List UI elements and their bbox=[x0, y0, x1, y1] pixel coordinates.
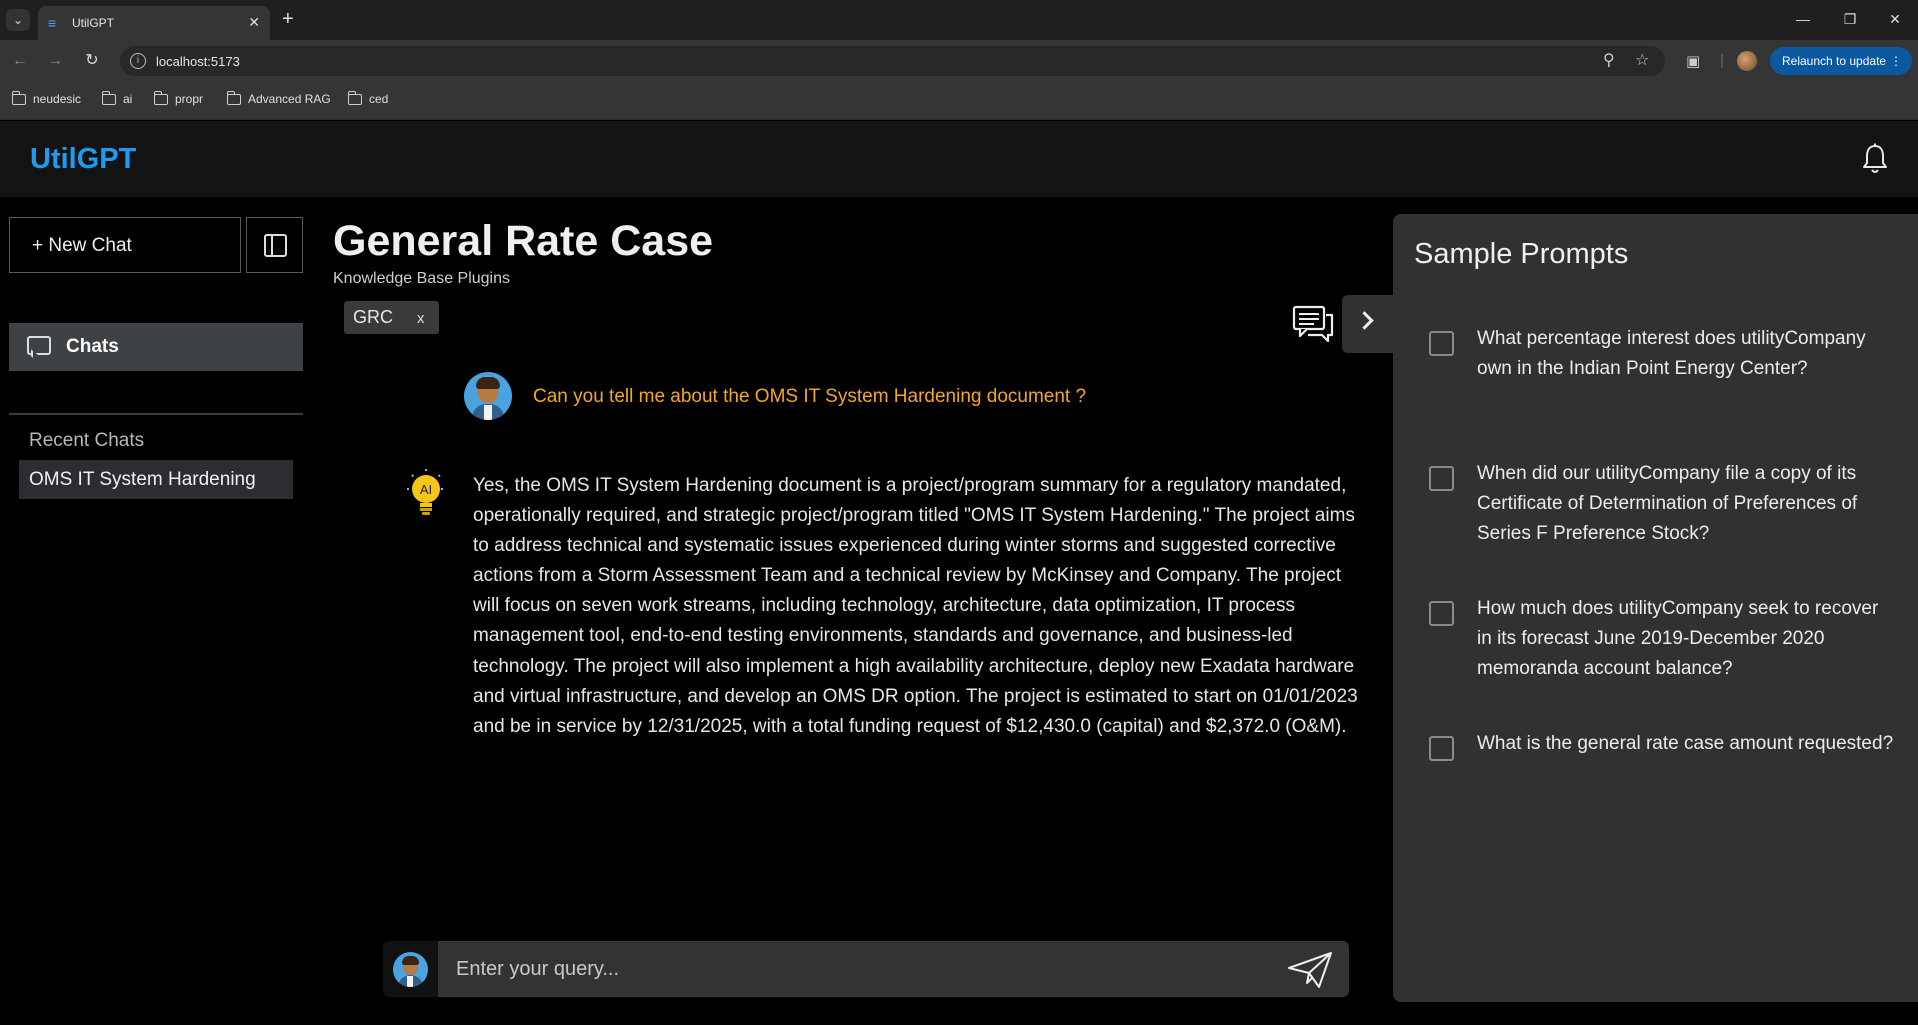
expand-prompts-button[interactable] bbox=[1342, 295, 1393, 353]
user-avatar bbox=[464, 372, 512, 420]
prompt-text[interactable]: How much does utilityCompany seek to rec… bbox=[1477, 594, 1897, 684]
plugin-remove-button[interactable]: x bbox=[417, 310, 425, 327]
send-icon[interactable] bbox=[1287, 951, 1333, 989]
toolbar-divider: | bbox=[1720, 52, 1724, 69]
plugin-chip-label: GRC bbox=[353, 307, 393, 327]
relaunch-label: Relaunch to update bbox=[1782, 54, 1887, 68]
prompt-text[interactable]: What is the general rate case amount req… bbox=[1477, 729, 1897, 759]
composer-avatar-slot bbox=[383, 941, 438, 997]
recent-chat-item[interactable]: OMS IT System Hardening bbox=[19, 460, 293, 499]
tab-search-icon[interactable]: ⌄ bbox=[6, 9, 30, 31]
recent-chats-heading: Recent Chats bbox=[29, 430, 145, 451]
chat-history-icon[interactable] bbox=[1292, 305, 1334, 345]
bookmark-star-icon[interactable]: ☆ bbox=[1635, 52, 1649, 70]
bookmark-label: Advanced RAG bbox=[248, 92, 331, 106]
page-title: General Rate Case bbox=[333, 217, 714, 265]
restore-icon[interactable]: ❐ bbox=[1835, 8, 1865, 30]
query-composer bbox=[383, 941, 1349, 997]
prompt-checkbox[interactable] bbox=[1429, 466, 1454, 491]
folder-icon bbox=[226, 90, 241, 105]
folder-icon bbox=[347, 90, 362, 105]
sidebar-divider bbox=[9, 413, 303, 415]
sample-prompts-panel: Sample Prompts What percentage interest … bbox=[1393, 214, 1918, 1002]
site-info-icon[interactable]: i bbox=[130, 53, 146, 69]
sample-prompts-title: Sample Prompts bbox=[1414, 238, 1629, 270]
browser-tab[interactable]: ≡ UtilGPT ✕ bbox=[38, 6, 270, 40]
query-field-wrap bbox=[438, 941, 1349, 997]
brand-logo[interactable]: UtilGPT bbox=[30, 143, 136, 176]
prompt-checkbox[interactable] bbox=[1429, 601, 1454, 626]
new-chat-button[interactable]: + New Chat bbox=[9, 217, 241, 273]
query-input[interactable] bbox=[438, 941, 1258, 997]
tab-close-icon[interactable]: ✕ bbox=[248, 14, 260, 30]
sidebar: + New Chat Chats Recent Chats OMS IT Sys… bbox=[0, 197, 310, 1025]
forward-icon[interactable]: → bbox=[44, 50, 66, 72]
plugin-chip: GRC x bbox=[344, 301, 439, 334]
bookmark-folder[interactable]: ai bbox=[101, 90, 133, 106]
bookmark-folder[interactable]: ced bbox=[347, 90, 389, 106]
utilgpt-favicon-icon: ≡ bbox=[48, 15, 57, 31]
toggle-sidebar-button[interactable] bbox=[246, 217, 303, 273]
composer-user-avatar bbox=[393, 952, 428, 987]
profile-avatar[interactable] bbox=[1737, 51, 1757, 71]
back-icon[interactable]: ← bbox=[9, 50, 31, 72]
tab-title: UtilGPT bbox=[72, 16, 114, 30]
chats-label: Chats bbox=[66, 336, 119, 357]
window-close-icon[interactable]: ✕ bbox=[1880, 8, 1910, 30]
folder-icon bbox=[153, 90, 168, 105]
app-header: UtilGPT bbox=[0, 121, 1918, 197]
ai-lightbulb-icon: AI bbox=[407, 469, 445, 515]
folder-icon bbox=[101, 90, 116, 105]
bookmark-folder[interactable]: neudesic bbox=[11, 90, 82, 106]
more-options-icon[interactable]: ⋮ bbox=[1890, 47, 1902, 75]
prompt-text[interactable]: What percentage interest does utilityCom… bbox=[1477, 324, 1897, 384]
chats-nav-button[interactable]: Chats bbox=[9, 323, 303, 371]
browser-toolbar: ← → ↻ i localhost:5173 ⚲ ☆ ▣ | Relaunch … bbox=[0, 40, 1918, 82]
ai-answer: Yes, the OMS IT System Hardening documen… bbox=[473, 475, 1358, 737]
zoom-icon[interactable]: ⚲ bbox=[1603, 52, 1615, 70]
bookmark-label: neudesic bbox=[33, 92, 82, 106]
user-question: Can you tell me about the OMS IT System … bbox=[533, 386, 1087, 407]
relaunch-button[interactable]: Relaunch to update ⋮ bbox=[1770, 47, 1912, 75]
minimize-icon[interactable]: — bbox=[1788, 8, 1818, 30]
extensions-icon[interactable]: ▣ bbox=[1686, 52, 1700, 70]
page-subtitle: Knowledge Base Plugins bbox=[333, 270, 511, 287]
bookmark-label: propr bbox=[175, 92, 204, 106]
browser-tabstrip: ⌄ ≡ UtilGPT ✕ + — ❐ ✕ bbox=[0, 0, 1918, 40]
address-url[interactable]: localhost:5173 bbox=[156, 54, 240, 69]
ai-badge-text: AI bbox=[420, 482, 432, 497]
bookmark-folder[interactable]: Advanced RAG bbox=[226, 90, 331, 106]
bookmarks-bar: neudesic ai propr Advanced RAG ced bbox=[0, 82, 1918, 120]
bookmark-label: ced bbox=[369, 92, 389, 106]
prompt-text[interactable]: When did our utilityCompany file a copy … bbox=[1477, 459, 1897, 549]
prompt-checkbox[interactable] bbox=[1429, 736, 1454, 761]
bookmark-folder[interactable]: propr bbox=[153, 90, 204, 106]
prompt-checkbox[interactable] bbox=[1429, 331, 1454, 356]
reload-icon[interactable]: ↻ bbox=[81, 50, 103, 72]
chat-bubble-icon bbox=[27, 336, 51, 355]
sidebar-panel-icon bbox=[264, 234, 287, 257]
folder-icon bbox=[11, 90, 26, 105]
new-tab-icon[interactable]: + bbox=[282, 8, 294, 30]
chevron-right-icon bbox=[1355, 311, 1374, 330]
bell-icon[interactable] bbox=[1860, 143, 1890, 175]
bookmark-label: ai bbox=[123, 92, 133, 106]
address-bar[interactable]: i localhost:5173 ⚲ ☆ bbox=[120, 46, 1665, 76]
